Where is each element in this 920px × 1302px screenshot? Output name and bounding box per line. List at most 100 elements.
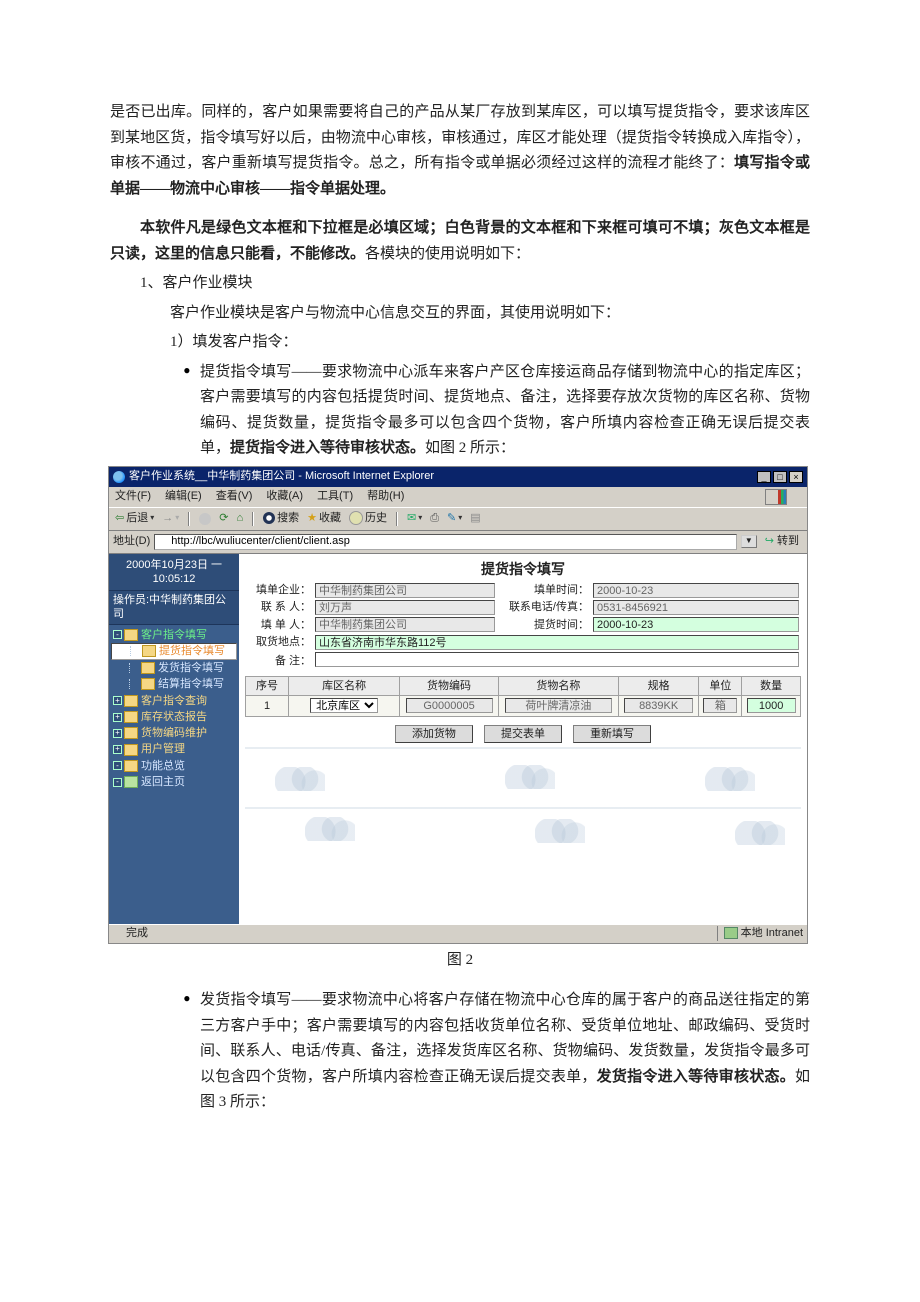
unit-field: 箱	[703, 698, 737, 713]
forward-button[interactable]: →▾	[160, 511, 181, 525]
expand-icon[interactable]: +	[113, 729, 122, 738]
folder-icon	[124, 760, 138, 772]
nav-item[interactable]: - 返回主页	[111, 774, 237, 790]
nav-item[interactable]: + 货物编码维护	[111, 725, 237, 741]
nav-item[interactable]: 提货指令填写	[111, 643, 237, 660]
label: 填单时间：	[497, 582, 591, 599]
folder-icon	[124, 744, 138, 756]
mail-icon: ✉	[407, 511, 416, 525]
home-button[interactable]: ⌂	[234, 511, 245, 525]
expand-icon[interactable]: +	[113, 745, 122, 754]
expand-icon[interactable]: -	[113, 761, 122, 770]
nav-item[interactable]: -客户指令填写	[111, 627, 237, 643]
edit-icon: ✎	[447, 511, 456, 525]
nav-item[interactable]: 发货指令填写	[111, 660, 237, 676]
nav-item[interactable]: +客户指令查询	[111, 693, 237, 709]
maximize-button[interactable]: □	[773, 471, 787, 483]
back-button[interactable]: ⇦ 后退 ▾	[113, 511, 156, 525]
nav-item[interactable]: - 功能总览	[111, 758, 237, 774]
separator	[252, 512, 254, 526]
nav-item[interactable]: +用户管理	[111, 741, 237, 757]
print-button[interactable]: ⎙	[428, 511, 441, 525]
col-header: 库区名称	[289, 677, 400, 696]
ie-flag-icon	[765, 489, 787, 505]
search-button[interactable]: 搜索	[261, 511, 301, 525]
nav-item[interactable]: 结算指令填写	[111, 676, 237, 692]
phone-field: 0531-8456921	[593, 600, 799, 615]
separator	[396, 512, 398, 526]
stop-button[interactable]	[197, 513, 213, 525]
refresh-icon: ⟳	[219, 511, 228, 525]
reset-button[interactable]: 重新填写	[573, 725, 651, 743]
picktime-input[interactable]: 2000-10-23	[593, 617, 799, 632]
fav-button[interactable]: ★收藏	[305, 511, 343, 525]
stop-icon	[199, 513, 211, 525]
nav-label: 发货指令填写	[158, 661, 224, 675]
discuss-button[interactable]: ▤	[468, 511, 482, 525]
folder-icon	[141, 678, 155, 690]
address-input[interactable]: http://lbc/wuliucenter/client/client.asp	[154, 534, 737, 550]
nav-label: 返回主页	[141, 775, 185, 789]
bullet-item: 提货指令填写——要求物流中心派车来客户产区仓库接运商品存储到物流中心的指定库区；…	[200, 360, 810, 462]
nav-label: 货物编码维护	[141, 726, 207, 740]
col-header: 单位	[699, 677, 742, 696]
figure-caption: 图 2	[110, 948, 810, 974]
sidebar-clock: 2000年10月23日 一 10:05:12	[109, 554, 239, 592]
folder-icon	[124, 695, 138, 707]
edit-button[interactable]: ✎▾	[445, 511, 464, 525]
watermark-bg	[245, 747, 801, 867]
table-row: 1北京库区G0000005荷叶牌清凉油8839KK箱1000	[246, 696, 801, 716]
print-icon: ⎙	[430, 511, 439, 525]
menu-view[interactable]: 查看(V)	[216, 489, 253, 503]
menu-edit[interactable]: 编辑(E)	[165, 489, 202, 503]
col-header: 序号	[246, 677, 289, 696]
col-header: 数量	[742, 677, 801, 696]
col-header: 货物编码	[400, 677, 499, 696]
star-icon: ★	[307, 511, 317, 525]
col-header: 规格	[618, 677, 698, 696]
refresh-button[interactable]: ⟳	[217, 511, 230, 525]
menu-help[interactable]: 帮助(H)	[367, 489, 404, 503]
qty-input[interactable]: 1000	[747, 698, 796, 713]
submit-button[interactable]: 提交表单	[484, 725, 562, 743]
goods-table: 序号库区名称货物编码货物名称规格单位数量1北京库区G0000005荷叶牌清凉油8…	[245, 676, 801, 717]
go-button[interactable]: ↪ 转到	[761, 534, 803, 548]
history-button[interactable]: 历史	[347, 511, 389, 525]
window-title: 客户作业系统__中华制药集团公司 - Microsoft Internet Ex…	[129, 469, 434, 483]
pickaddr-input[interactable]: 山东省济南市华东路112号	[315, 635, 799, 650]
close-button[interactable]: ×	[789, 471, 803, 483]
go-icon: ↪	[765, 534, 774, 548]
menubar: 文件(F) 编辑(E) 查看(V) 收藏(A) 工具(T) 帮助(H)	[109, 487, 807, 507]
intranet-icon	[724, 927, 738, 939]
area-select[interactable]: 北京库区	[310, 698, 378, 713]
add-goods-button[interactable]: 添加货物	[395, 725, 473, 743]
status-text: 完成	[126, 926, 148, 940]
menu-fav[interactable]: 收藏(A)	[266, 489, 303, 503]
bullet-item: 发货指令填写——要求物流中心将客户存储在物流中心仓库的属于客户的商品送往指定的第…	[200, 988, 810, 1116]
subitem: 1）填发客户指令：	[170, 330, 810, 356]
folder-icon	[124, 711, 138, 723]
note-icon: ▤	[470, 511, 480, 525]
label: 提货时间：	[497, 616, 591, 633]
remark-input[interactable]	[315, 652, 799, 667]
address-url: http://lbc/wuliucenter/client/client.asp	[171, 534, 350, 548]
label: 填单企业：	[245, 582, 313, 599]
expand-icon[interactable]: -	[113, 778, 122, 787]
menu-file[interactable]: 文件(F)	[115, 489, 151, 503]
minimize-button[interactable]: _	[757, 471, 771, 483]
cell-no: 1	[246, 696, 289, 716]
address-dropdown-icon[interactable]: ▼	[741, 535, 757, 547]
mail-button[interactable]: ✉▾	[405, 511, 424, 525]
statusbar: 完成 本地 Intranet	[109, 924, 807, 943]
label: 联系电话/传真：	[497, 599, 591, 616]
folder-icon	[124, 629, 138, 641]
history-icon	[349, 511, 363, 525]
menu-tools[interactable]: 工具(T)	[317, 489, 353, 503]
expand-icon[interactable]: -	[113, 630, 122, 639]
expand-icon[interactable]: +	[113, 713, 122, 722]
expand-icon[interactable]: +	[113, 696, 122, 705]
folder-icon	[141, 662, 155, 674]
nav-item[interactable]: +库存状态报告	[111, 709, 237, 725]
nav-label: 功能总览	[141, 759, 185, 773]
arrow-left-icon: ⇦	[115, 511, 124, 525]
